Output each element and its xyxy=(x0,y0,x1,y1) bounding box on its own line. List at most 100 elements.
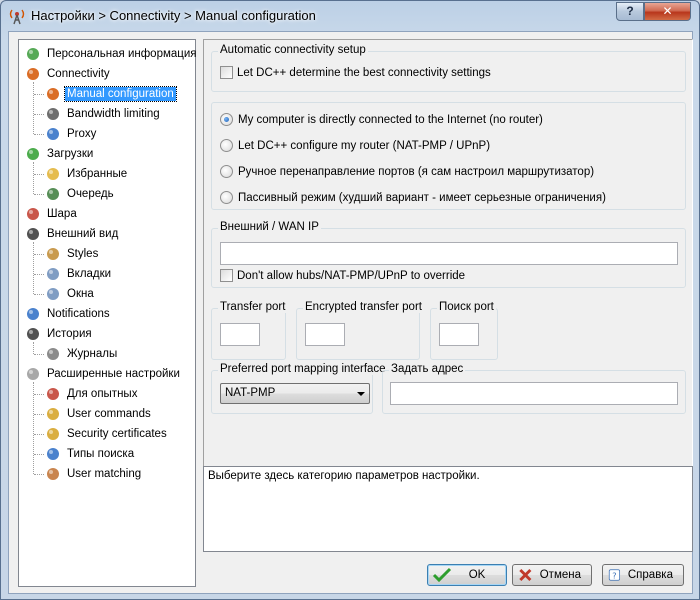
tree-item[interactable]: Шара xyxy=(25,205,79,223)
tree-item[interactable]: Manual configuration xyxy=(45,85,177,103)
radio-upnp[interactable]: Let DC++ configure my router (NAT-PMP / … xyxy=(220,139,490,152)
connectivity-panel: Automatic connectivity setup Let DC++ de… xyxy=(203,39,693,490)
tree-connector xyxy=(33,82,34,134)
tree-item-label: Connectivity xyxy=(47,68,110,80)
auto-detect-checkbox[interactable]: Let DC++ determine the best connectivity… xyxy=(220,66,491,79)
transfer-port-title: Transfer port xyxy=(218,301,288,313)
eye-icon xyxy=(25,226,41,242)
tree-item[interactable]: Connectivity xyxy=(25,65,112,83)
wan-ip-input[interactable] xyxy=(220,242,678,265)
no-override-checkbox[interactable]: Don't allow hubs/NAT-PMP/UPnP to overrid… xyxy=(220,269,465,282)
tree-item[interactable]: Окна xyxy=(45,285,96,303)
tree-item[interactable]: История xyxy=(25,325,94,343)
tree-connector xyxy=(33,382,34,474)
globe-icon xyxy=(45,126,61,142)
tree-connector xyxy=(34,194,44,195)
log-pen-icon xyxy=(45,346,61,362)
tree-item-label: Шара xyxy=(47,208,77,220)
no-override-label: Don't allow hubs/NAT-PMP/UPnP to overrid… xyxy=(237,269,466,282)
tree-item[interactable]: Типы поиска xyxy=(45,445,136,463)
checkbox-box[interactable] xyxy=(220,269,233,282)
encrypted-port-group: Encrypted transfer port xyxy=(296,301,424,360)
cancel-button[interactable]: Отмена xyxy=(512,564,592,586)
close-button[interactable]: ✕ xyxy=(644,2,691,21)
tree-item-label: Styles xyxy=(67,248,99,260)
auto-setup-group: Automatic connectivity setup Let DC++ de… xyxy=(211,44,686,92)
tree-connector xyxy=(34,114,44,115)
help-title-button[interactable]: ? xyxy=(616,2,644,21)
help-button[interactable]: ? Справка xyxy=(602,564,684,586)
radio-button[interactable] xyxy=(220,165,233,178)
tree-item[interactable]: Избранные xyxy=(45,165,129,183)
lock-icon xyxy=(45,426,61,442)
radio-direct[interactable]: My computer is directly connected to the… xyxy=(220,113,543,126)
tree-connector xyxy=(34,414,44,415)
dialog-client: Персональная информация Connectivity Manua… xyxy=(8,31,693,594)
tree-connector xyxy=(33,242,34,294)
port-mapping-select[interactable]: NAT-PMP xyxy=(220,383,370,404)
port-mapping-value: NAT-PMP xyxy=(225,387,276,399)
tree-item[interactable]: Security certificates xyxy=(45,425,169,443)
windows-icon xyxy=(45,286,61,302)
tree-item[interactable]: Bandwidth limiting xyxy=(45,105,162,123)
radio-button[interactable] xyxy=(220,139,233,152)
favorites-folder-icon xyxy=(45,166,61,182)
tree-item[interactable]: Журналы xyxy=(45,345,119,363)
queue-clock-icon xyxy=(45,186,61,202)
tree-item-label: Расширенные настройки xyxy=(47,368,180,380)
tree-item-label: Избранные xyxy=(67,168,128,180)
radio-upnp-label: Let DC++ configure my router (NAT-PMP / … xyxy=(238,139,491,152)
cancel-label: Отмена xyxy=(539,569,581,581)
download-arrow-icon xyxy=(25,146,41,162)
checkbox-box[interactable] xyxy=(220,66,233,79)
encrypted-port-input[interactable] xyxy=(305,323,345,346)
tree-item[interactable]: Вкладки xyxy=(45,265,113,283)
tree-connector xyxy=(34,134,44,135)
tree-item[interactable]: Загрузки xyxy=(25,145,95,163)
radio-passive[interactable]: Пассивный режим (худший вариант - имеет … xyxy=(220,191,606,204)
ok-button[interactable]: OK xyxy=(427,564,507,586)
tree-connector xyxy=(34,294,44,295)
antenna-icon xyxy=(45,86,61,102)
tree-connector xyxy=(34,274,44,275)
tree-item-label: User commands xyxy=(67,408,151,420)
gears-icon xyxy=(25,366,41,382)
bind-address-group: Задать адрес xyxy=(382,363,686,414)
port-mapping-group: Preferred port mapping interface NAT-PMP xyxy=(211,363,388,414)
tree-connector xyxy=(33,162,34,194)
tree-item[interactable]: Внешний вид xyxy=(25,225,120,243)
radio-manual[interactable]: Ручное перенаправление портов (я сам нас… xyxy=(220,165,594,178)
search-port-input[interactable] xyxy=(439,323,479,346)
tree-item[interactable]: Notifications xyxy=(25,305,112,323)
antenna-icon xyxy=(25,66,41,82)
transfer-port-input[interactable] xyxy=(220,323,260,346)
tree-item[interactable]: Styles xyxy=(45,245,100,263)
radio-button[interactable] xyxy=(220,113,233,126)
tree-item-label: Bandwidth limiting xyxy=(67,108,160,120)
ok-label: OK xyxy=(468,569,486,581)
tree-item[interactable]: Очередь xyxy=(45,185,116,203)
tree-item-label: Очередь xyxy=(67,188,114,200)
tree-connector xyxy=(34,254,44,255)
search-port-group: Поиск port xyxy=(430,301,498,360)
tree-item[interactable]: User matching xyxy=(45,465,143,483)
tree-item-label: Окна xyxy=(67,288,94,300)
settings-window: Настройки > Connectivity > Manual config… xyxy=(0,0,700,600)
tree-item-label: Security certificates xyxy=(67,428,167,440)
tree-item-label: История xyxy=(47,328,92,340)
tree-item[interactable]: Расширенные настройки xyxy=(25,365,182,383)
help-label: Справка xyxy=(627,569,673,581)
tools-icon xyxy=(45,386,61,402)
settings-tree[interactable]: Персональная информация Connectivity Manua… xyxy=(18,39,199,587)
magnifier-icon xyxy=(45,446,61,462)
search-port-title: Поиск port xyxy=(437,301,496,313)
tree-item[interactable]: Proxy xyxy=(45,125,98,143)
title-bar[interactable]: Настройки > Connectivity > Manual config… xyxy=(1,1,699,31)
chevron-down-icon[interactable] xyxy=(357,392,365,396)
radio-button[interactable] xyxy=(220,191,233,204)
tree-item[interactable]: User commands xyxy=(45,405,153,423)
bind-address-input[interactable] xyxy=(390,382,678,405)
bind-address-title: Задать адрес xyxy=(389,363,466,375)
tree-item[interactable]: Для опытных xyxy=(45,385,139,403)
tree-item[interactable]: Персональная информация xyxy=(25,45,199,63)
